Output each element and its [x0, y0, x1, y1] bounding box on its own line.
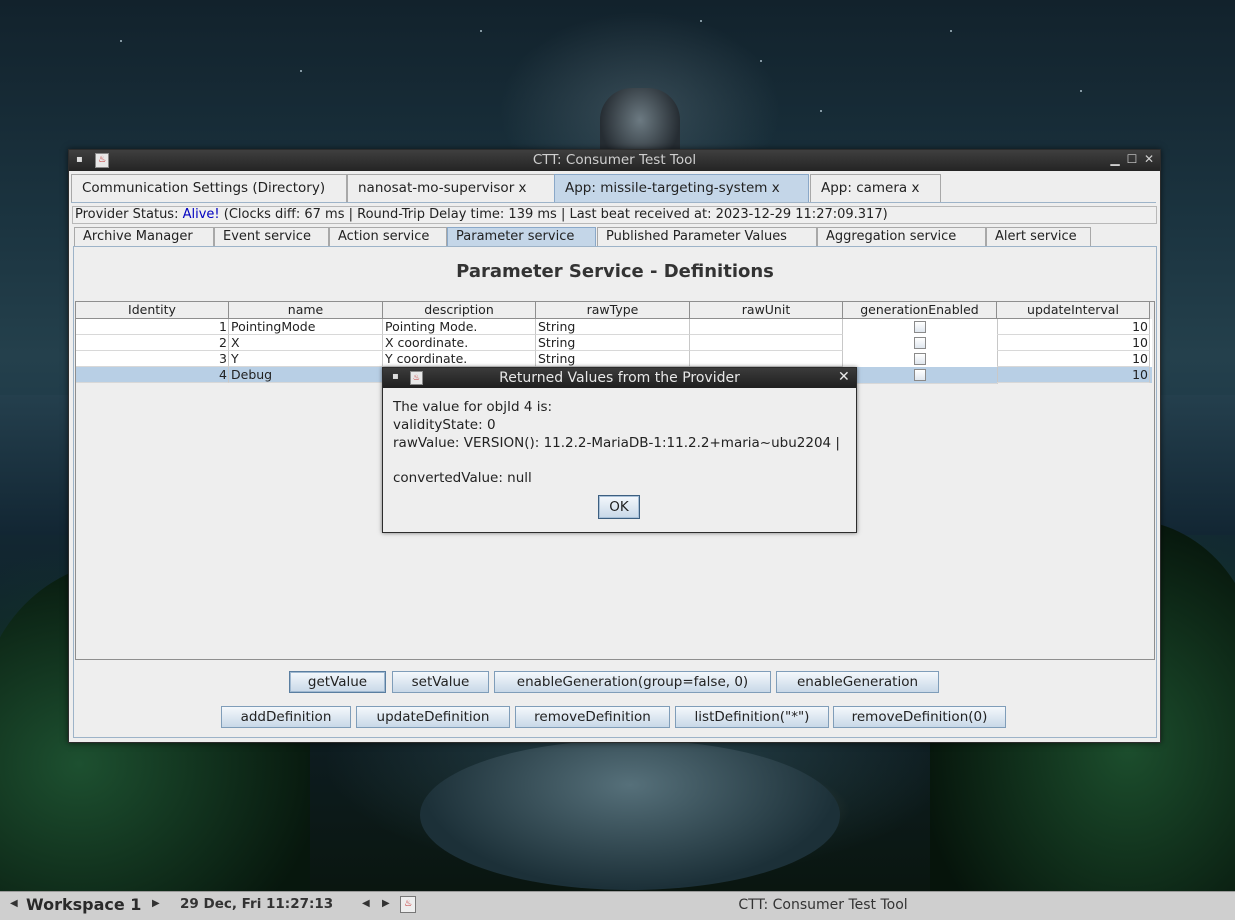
cell-name: Debug	[229, 367, 383, 383]
tab-camera[interactable]: App: camera x	[810, 174, 941, 202]
java-app-icon: ♨	[400, 896, 416, 913]
cell-rawunit	[690, 351, 843, 367]
update-definition-button[interactable]: updateDefinition	[356, 706, 510, 728]
tab-event-service[interactable]: Event service	[214, 227, 329, 246]
cell-rawtype: String	[536, 351, 690, 367]
get-value-button[interactable]: getValue	[289, 671, 386, 693]
cell-generation-enabled	[843, 335, 998, 352]
returned-values-dialog: ▪ ♨ Returned Values from the Provider ✕ …	[382, 367, 857, 533]
tab-nanosat-mo-supervisor[interactable]: nanosat-mo-supervisor x	[347, 174, 555, 202]
workspace-prev-icon[interactable]: ◀	[10, 898, 18, 909]
page-title: Parameter Service - Definitions	[456, 261, 774, 282]
status-details: (Clocks diff: 67 ms | Round-Trip Delay t…	[219, 207, 888, 222]
generation-enabled-checkbox[interactable]	[914, 337, 926, 349]
dialog-message-line: convertedValue: null	[393, 470, 532, 486]
workspace-label[interactable]: Workspace 1	[26, 895, 141, 914]
cell-name: Y	[229, 351, 383, 367]
cell-generation-enabled	[843, 319, 998, 336]
cell-identity: 2	[76, 335, 229, 351]
tab-published-parameter-values[interactable]: Published Parameter Values	[597, 227, 817, 246]
column-header-update-interval[interactable]: updateInterval	[997, 302, 1150, 319]
ok-button[interactable]: OK	[598, 495, 640, 519]
window-title: CTT: Consumer Test Tool	[532, 152, 697, 168]
task-next-icon[interactable]: ▶	[382, 898, 390, 909]
dialog-titlebar[interactable]: ▪ ♨ Returned Values from the Provider ✕	[383, 368, 856, 388]
cell-name: X	[229, 335, 383, 351]
column-header-rawtype[interactable]: rawType	[536, 302, 690, 319]
wallpaper-star	[300, 70, 302, 72]
enable-generation-group-button[interactable]: enableGeneration(group=false, 0)	[494, 671, 771, 693]
cell-update-interval: 10	[997, 351, 1150, 367]
close-icon[interactable]: ✕	[1142, 152, 1156, 166]
tab-aggregation-service[interactable]: Aggregation service	[817, 227, 986, 246]
remove-definition-zero-button[interactable]: removeDefinition(0)	[833, 706, 1006, 728]
wallpaper-star	[700, 20, 702, 22]
cell-identity: 3	[76, 351, 229, 367]
tab-action-service[interactable]: Action service	[329, 227, 447, 246]
enable-generation-button[interactable]: enableGeneration	[776, 671, 939, 693]
remove-definition-button[interactable]: removeDefinition	[515, 706, 670, 728]
column-header-description[interactable]: description	[383, 302, 536, 319]
wallpaper-star	[820, 110, 822, 112]
dialog-title: Returned Values from the Provider	[499, 370, 740, 386]
cell-update-interval: 10	[997, 367, 1150, 383]
cell-rawtype: String	[536, 335, 690, 351]
column-header-name[interactable]: name	[229, 302, 383, 319]
cell-description: X coordinate.	[383, 335, 536, 351]
task-prev-icon[interactable]: ◀	[362, 898, 370, 909]
add-definition-button[interactable]: addDefinition	[221, 706, 351, 728]
table-row[interactable]: 1 PointingMode Pointing Mode. String 10	[76, 319, 1152, 336]
taskbar: ◀ Workspace 1 ▶ 29 Dec, Fri 11:27:13 ◀ ▶…	[0, 891, 1235, 920]
status-prefix: Provider Status:	[75, 207, 183, 222]
cell-identity: 1	[76, 319, 229, 335]
wallpaper-star	[760, 60, 762, 62]
maximize-icon[interactable]: ☐	[1125, 152, 1139, 166]
taskbar-window-button[interactable]: CTT: Consumer Test Tool	[418, 897, 1228, 913]
tab-archive-manager[interactable]: Archive Manager	[74, 227, 214, 246]
table-header: Identity name description rawType rawUni…	[76, 302, 1152, 319]
workspace-next-icon[interactable]: ▶	[152, 898, 160, 909]
provider-status-bar: Provider Status: Alive! (Clocks diff: 67…	[72, 206, 1157, 224]
tab-missile-targeting-system[interactable]: App: missile-targeting-system x	[554, 174, 809, 202]
cell-description: Y coordinate.	[383, 351, 536, 367]
table-row[interactable]: 3 Y Y coordinate. String 10	[76, 351, 1152, 368]
column-header-identity[interactable]: Identity	[76, 302, 229, 319]
set-value-button[interactable]: setValue	[392, 671, 489, 693]
column-header-rawunit[interactable]: rawUnit	[690, 302, 843, 319]
wallpaper-lake	[420, 740, 840, 890]
cell-generation-enabled	[843, 367, 998, 384]
cell-generation-enabled	[843, 351, 998, 368]
tab-divider	[71, 202, 1156, 203]
cell-rawunit	[690, 319, 843, 335]
cell-update-interval: 10	[997, 319, 1150, 335]
generation-enabled-checkbox[interactable]	[914, 353, 926, 365]
cell-rawunit	[690, 335, 843, 351]
column-header-generation-enabled[interactable]: generationEnabled	[843, 302, 997, 319]
cell-identity: 4	[76, 367, 229, 383]
generation-enabled-checkbox[interactable]	[914, 369, 926, 381]
wallpaper-star	[480, 30, 482, 32]
dialog-message-line: rawValue: VERSION(): 11.2.2-MariaDB-1:11…	[393, 435, 840, 451]
cell-update-interval: 10	[997, 335, 1150, 351]
dialog-message-line: The value for objId 4 is:	[393, 399, 553, 415]
wallpaper-star	[1080, 90, 1082, 92]
tab-parameter-service[interactable]: Parameter service	[447, 227, 596, 246]
tab-alert-service[interactable]: Alert service	[986, 227, 1091, 246]
cell-name: PointingMode	[229, 319, 383, 335]
dialog-close-icon[interactable]: ✕	[838, 369, 850, 385]
cell-rawtype: String	[536, 319, 690, 335]
dialog-message-line: validityState: 0	[393, 417, 496, 433]
window-titlebar[interactable]: ▪ ♨ CTT: Consumer Test Tool ▁ ☐ ✕	[69, 150, 1160, 171]
table-row[interactable]: 2 X X coordinate. String 10	[76, 335, 1152, 352]
wallpaper-star	[950, 30, 952, 32]
status-alive-label: Alive!	[182, 207, 220, 222]
tab-communication-settings[interactable]: Communication Settings (Directory)	[71, 174, 347, 202]
cell-description: Pointing Mode.	[383, 319, 536, 335]
minimize-icon[interactable]: ▁	[1108, 152, 1122, 166]
wallpaper-star	[120, 40, 122, 42]
clock: 29 Dec, Fri 11:27:13	[180, 896, 334, 912]
list-definition-button[interactable]: listDefinition("*")	[675, 706, 829, 728]
generation-enabled-checkbox[interactable]	[914, 321, 926, 333]
